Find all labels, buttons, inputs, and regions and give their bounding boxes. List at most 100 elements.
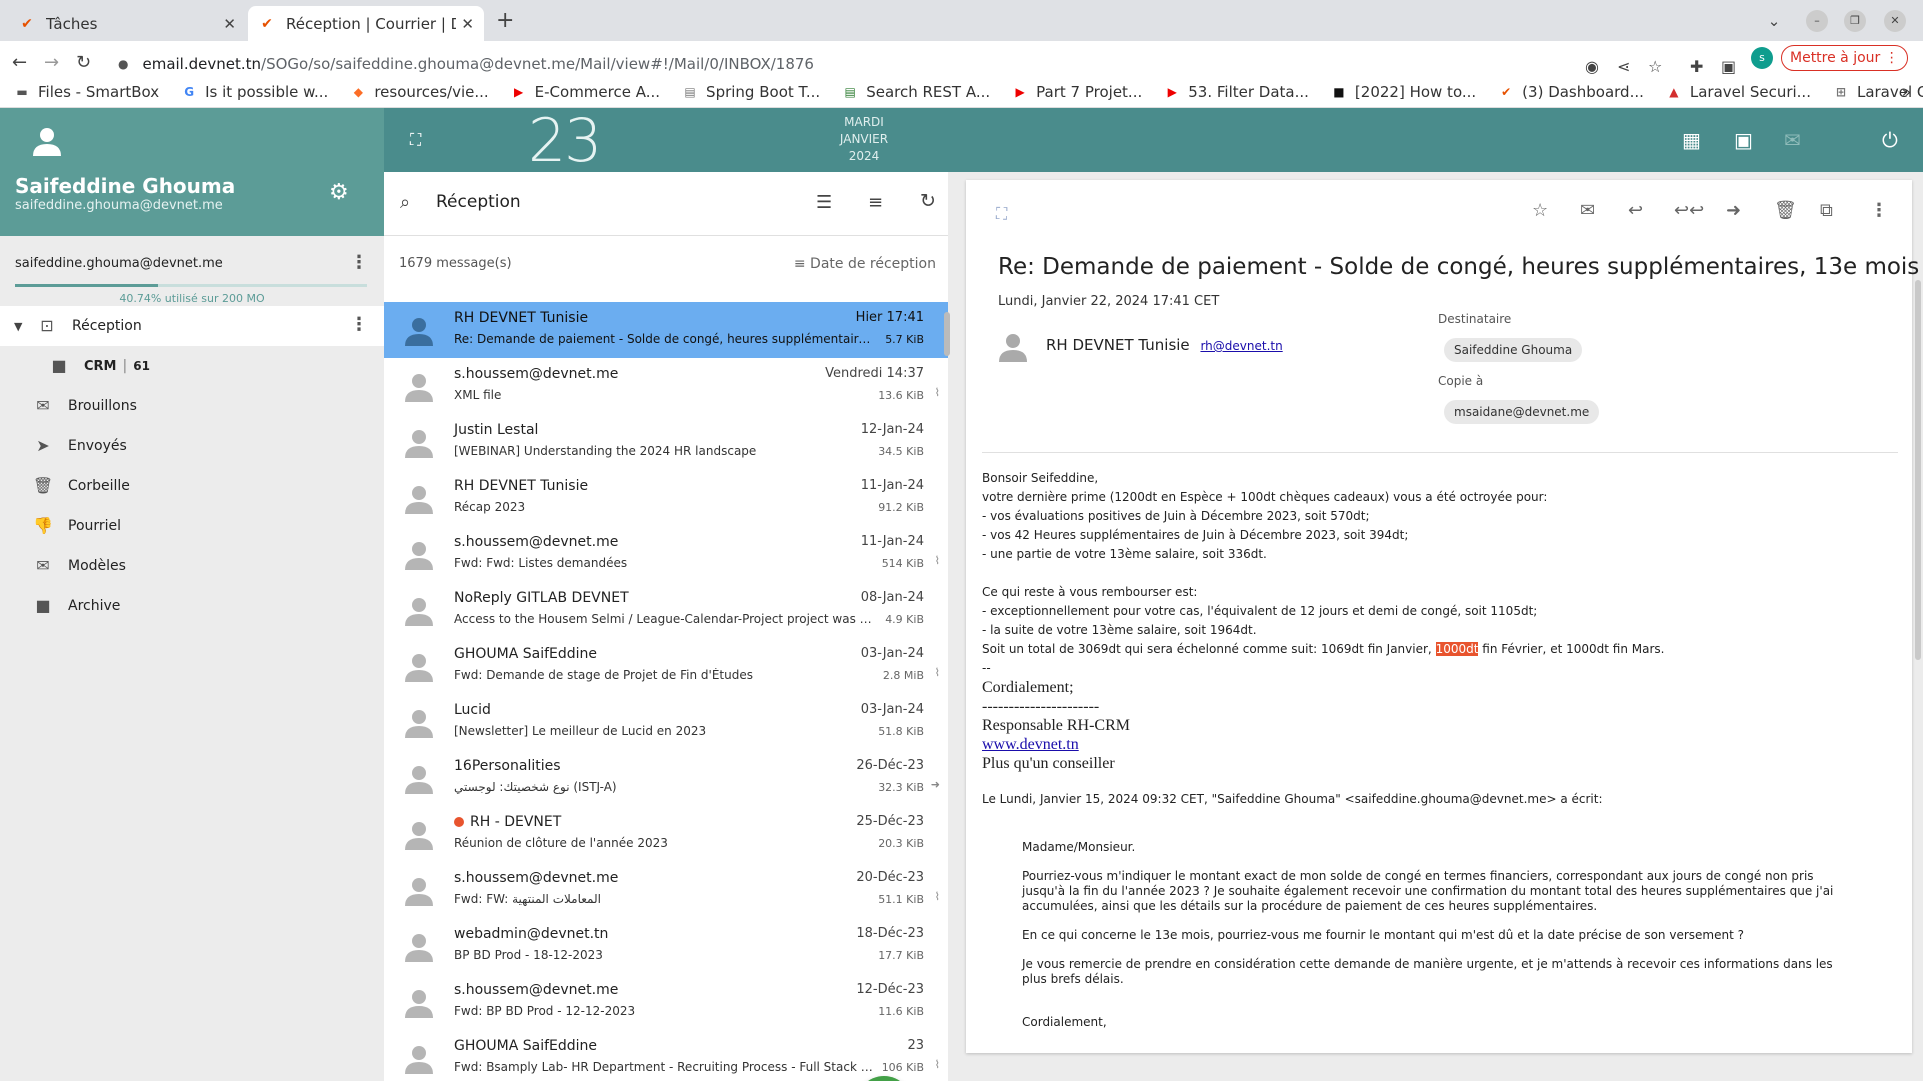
folder-sent[interactable]: ➤ Envoyés [0, 426, 384, 466]
message-row[interactable]: 16Personalities نوع شخصيتك: لوجستي (ISTJ-… [384, 750, 948, 806]
account-menu-icon[interactable]: ⋮ [350, 252, 368, 273]
settings-gear-icon[interactable]: ⚙ [329, 180, 349, 205]
tab-list-chevron-icon[interactable]: ⌄ [1763, 10, 1785, 32]
forward-arrow-icon[interactable]: → [44, 52, 59, 73]
message-row[interactable]: webadmin@devnet.tn BP BD Prod - 18-12-202… [384, 918, 948, 974]
page-scrollbar-thumb[interactable] [1915, 280, 1921, 660]
bookmark-item[interactable]: ◆ resources/vie... [350, 83, 489, 101]
message-row[interactable]: NoReply GITLAB DEVNET Access to the House… [384, 582, 948, 638]
bookmark-item[interactable]: ▬ Files - SmartBox [14, 83, 159, 101]
folder-templates[interactable]: ✉ Modèles [0, 546, 384, 586]
message-row[interactable]: RH - DEVNET Réunion de clôture de l'année… [384, 806, 948, 862]
bookmark-item[interactable]: ✔ (3) Dashboard... [1498, 83, 1644, 101]
page-scrollbar[interactable] [1915, 280, 1921, 980]
window-close-icon[interactable]: ✕ [1884, 10, 1906, 32]
back-arrow-icon[interactable]: ← [12, 52, 27, 73]
contact-avatar-icon[interactable] [404, 764, 434, 794]
update-button[interactable]: Mettre à jour ⋮ [1781, 45, 1908, 71]
bookmark-item[interactable]: ▲ Laravel Securi... [1666, 83, 1811, 101]
contact-avatar-icon[interactable] [404, 596, 434, 626]
refresh-icon[interactable]: ↻ [920, 190, 936, 212]
message-row[interactable]: GHOUMA SaifEddine Fwd: Demande de stage d… [384, 638, 948, 694]
bookmark-item[interactable]: ▶ 53. Filter Data... [1164, 83, 1309, 101]
recipient-chip[interactable]: Saifeddine Ghouma [1444, 338, 1583, 362]
message-row[interactable]: s.houssem@devnet.me Fwd: BP BD Prod - 12-… [384, 974, 948, 1030]
message-row[interactable]: Justin Lestal [WEBINAR] Understanding the… [384, 414, 948, 470]
restore-icon[interactable]: ❐ [1844, 10, 1866, 32]
calendar-icon[interactable]: ▦ [1682, 128, 1701, 152]
bookmark-item[interactable]: ▤ Search REST A... [842, 83, 991, 101]
folder-drafts[interactable]: ✉ Brouillons [0, 386, 384, 426]
contact-avatar-icon[interactable] [404, 316, 434, 346]
folder-junk[interactable]: 👎 Pourriel [0, 506, 384, 546]
folder-archive[interactable]: ■ Archive [0, 586, 384, 626]
message-row[interactable]: s.houssem@devnet.me XML file Vendredi 14:3… [384, 358, 948, 414]
cc-chip[interactable]: msaidane@devnet.me [1444, 400, 1600, 424]
bookmark-item[interactable]: ▤ Spring Boot T... [682, 83, 820, 101]
sort-by-date[interactable]: ≡ Date de réception [794, 256, 936, 272]
sort-icon[interactable]: ≡ [868, 192, 883, 213]
sidepanel-icon[interactable]: ▣ [1721, 57, 1736, 76]
eye-icon[interactable]: ◉ [1585, 57, 1599, 76]
contact-avatar-icon[interactable] [404, 876, 434, 906]
more-bookmarks-icon[interactable]: » [1902, 83, 1911, 101]
star-icon[interactable]: ☆ [1532, 200, 1548, 221]
inbox-menu-icon[interactable]: ⋮ [350, 314, 368, 335]
mark-unread-icon[interactable]: ✉ [1580, 200, 1595, 221]
forward-icon[interactable]: ➜ [1726, 200, 1741, 221]
folder-crm[interactable]: ■ CRM | 61 [0, 346, 384, 386]
reload-icon[interactable]: ↻ [76, 52, 91, 73]
message-row[interactable]: RH DEVNET Tunisie Récap 2023 11-Jan-24 91.2… [384, 470, 948, 526]
sender-email-link[interactable]: rh@devnet.tn [1200, 339, 1282, 353]
caret-down-icon[interactable]: ▼ [14, 320, 30, 333]
folder-inbox[interactable]: ▼ ⊡ Réception [0, 306, 384, 346]
bookmark-item[interactable]: G Is it possible w... [181, 83, 328, 101]
reply-all-icon[interactable]: ↩↩ [1674, 200, 1704, 221]
bookmark-star-icon[interactable]: ☆ [1648, 57, 1662, 76]
fullscreen-icon[interactable]: ⛶ [410, 130, 421, 150]
list-scrollbar-thumb[interactable] [944, 312, 950, 356]
browser-tab-tasks[interactable]: ✔ Tâches ✕ [8, 6, 246, 41]
list-scrollbar[interactable] [944, 302, 950, 1081]
folder-trash[interactable]: 🗑 Corbeille [0, 466, 384, 506]
expand-icon[interactable]: ⛶ [996, 204, 1007, 224]
message-row[interactable]: s.houssem@devnet.me Fwd: FW: المعاملات ال… [384, 862, 948, 918]
bookmark-item[interactable]: ▶ Part 7 Projet... [1012, 83, 1143, 101]
message-row[interactable]: RH DEVNET Tunisie Re: Demande de paiement… [384, 302, 948, 358]
more-options-icon[interactable]: ⋮ [1870, 200, 1888, 221]
contacts-icon[interactable]: ▣ [1734, 128, 1753, 152]
contact-avatar-icon[interactable] [404, 372, 434, 402]
contact-avatar-icon[interactable] [404, 932, 434, 962]
contact-avatar-icon[interactable] [404, 428, 434, 458]
filter-icon[interactable]: ☰ [816, 192, 832, 213]
contact-avatar-icon[interactable] [404, 820, 434, 850]
extensions-icon[interactable]: ✚ [1690, 57, 1703, 76]
message-row[interactable]: Lucid [Newsletter] Le meilleur de Lucid e… [384, 694, 948, 750]
close-icon[interactable]: ✕ [461, 15, 474, 33]
new-tab-icon[interactable]: + [496, 8, 514, 33]
open-external-icon[interactable]: ⧉ [1820, 200, 1833, 221]
power-icon[interactable]: ⏻ [1882, 128, 1898, 152]
contact-avatar-icon[interactable] [404, 540, 434, 570]
signature-website-link[interactable]: www.devnet.tn [982, 735, 1882, 754]
reply-icon[interactable]: ↩ [1628, 200, 1643, 221]
bookmark-item[interactable]: ▶ E-Commerce A... [511, 83, 660, 101]
minimize-icon[interactable]: – [1806, 10, 1828, 32]
contact-avatar-icon[interactable] [404, 1044, 434, 1074]
url-field[interactable]: ● email.devnet.tn/SOGo/so/saifeddine.gho… [102, 47, 1902, 81]
share-icon[interactable]: ⋖ [1617, 57, 1630, 76]
search-icon[interactable]: ⌕ [400, 192, 410, 213]
bookmark-item[interactable]: ■ [2022] How to... [1331, 83, 1476, 101]
profile-avatar[interactable]: s [1751, 47, 1773, 69]
contact-avatar-icon[interactable] [404, 708, 434, 738]
contact-avatar-icon[interactable] [404, 988, 434, 1018]
contact-avatar-icon[interactable] [404, 484, 434, 514]
message-row[interactable]: GHOUMA SaifEddine Fwd: Bsamply Lab- HR De… [384, 1030, 948, 1081]
close-icon[interactable]: ✕ [223, 15, 236, 33]
contact-avatar-icon[interactable] [404, 652, 434, 682]
mail-icon[interactable]: ✉ [1784, 128, 1801, 152]
message-row[interactable]: s.houssem@devnet.me Fwd: Fwd: Listes dema… [384, 526, 948, 582]
delete-icon[interactable]: 🗑 [1774, 200, 1797, 221]
browser-tab-inbox[interactable]: ✔ Réception | Courrier | DEVNET ✕ [248, 6, 484, 41]
